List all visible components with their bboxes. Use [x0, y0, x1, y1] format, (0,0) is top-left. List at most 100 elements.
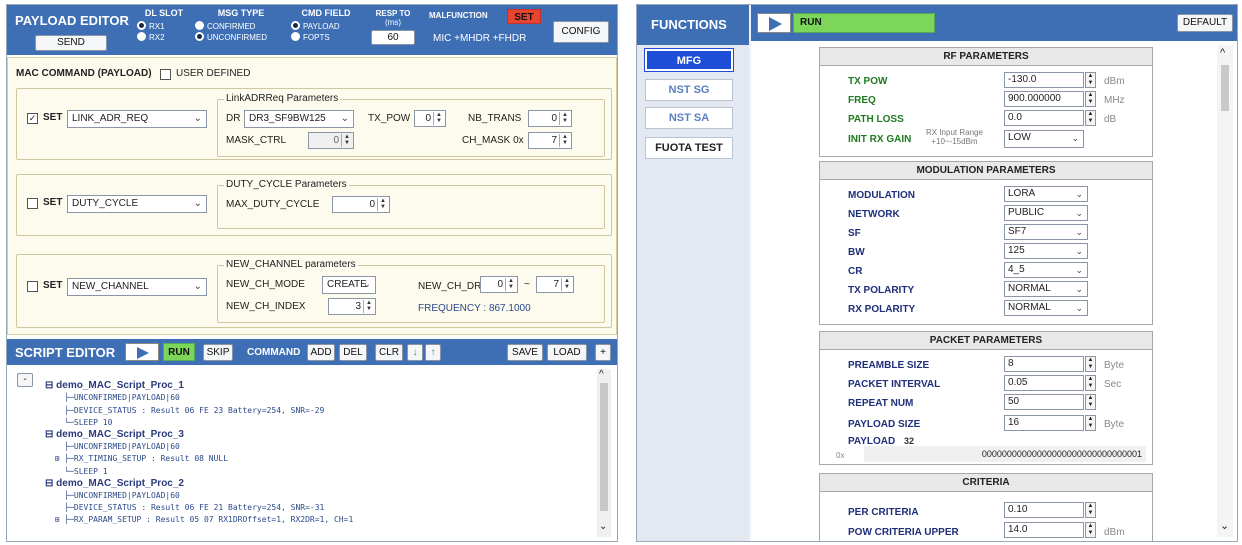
tree-line[interactable]: RX_PARAM_SETUP : Result 05 07 RX1DROffse…	[74, 515, 353, 524]
newch-dr-max-spinner[interactable]: 7 ▲ ▼	[536, 276, 574, 293]
network-select[interactable]: PUBLIC ⌄	[1004, 205, 1088, 221]
criteria-title: CRITERIA	[820, 474, 1152, 492]
tree-line[interactable]: UNCONFIRMED|PAYLOAD|60	[74, 491, 180, 500]
function-mfg[interactable]: MFG	[644, 48, 734, 72]
cr-select[interactable]: 4_5 ⌄	[1004, 262, 1088, 278]
cmd-field-payload[interactable]: PAYLOAD	[291, 21, 361, 32]
mfg-scrollbar[interactable]: ^ ⌄	[1217, 45, 1233, 537]
newch-set-checkbox[interactable]	[27, 281, 38, 292]
tree-node[interactable]: ⊟ demo_MAC_Script_Proc_1	[45, 380, 184, 391]
newch-mode-select[interactable]: CREATE ⌄	[322, 276, 376, 294]
duty-set-checkbox[interactable]	[27, 198, 38, 209]
newch-dr-min-spinner[interactable]: 0 ▲ ▼	[480, 276, 518, 293]
chevron-down-icon: ⌄	[193, 113, 202, 124]
expand-button[interactable]: +	[595, 344, 611, 361]
radio-icon	[137, 32, 146, 41]
newch-command-select[interactable]: NEW_CHANNEL ⌄	[67, 278, 207, 296]
repeat-input[interactable]: 50 ▲ ▼	[1004, 394, 1096, 410]
init-rx-gain-select[interactable]: LOW ⌄	[1004, 130, 1084, 148]
tree-line[interactable]: UNCONFIRMED|PAYLOAD|60	[74, 442, 180, 451]
tree-line[interactable]: SLEEP 1	[74, 467, 108, 476]
interval-input[interactable]: 0.05 ▲ ▼	[1004, 375, 1096, 391]
radio-icon	[291, 21, 300, 30]
send-button[interactable]: SEND	[35, 35, 107, 51]
function-fuota-test[interactable]: FUOTA TEST	[645, 137, 733, 159]
payload-size-input[interactable]: 16 ▲ ▼	[1004, 415, 1096, 431]
scroll-thumb[interactable]	[600, 383, 608, 511]
function-nst-sa[interactable]: NST SA	[645, 107, 733, 129]
ch-mask-spinner[interactable]: 7 ▲ ▼	[528, 132, 572, 149]
save-button[interactable]: SAVE	[507, 344, 543, 361]
malfunction-set-button[interactable]: SET	[507, 9, 541, 24]
script-tree[interactable]: ⊟ demo_MAC_Script_Proc_1 ├─UNCONFIRMED|P…	[45, 368, 593, 540]
move-up-button[interactable]: ↑	[425, 344, 441, 361]
scroll-thumb[interactable]	[1221, 65, 1229, 111]
functions-sidebar: MFG NST SG NST SA FUOTA TEST	[637, 45, 749, 541]
duty-params-group: DUTY_CYCLE Parameters MAX_DUTY_CYCLE 0 ▲ ▼	[217, 179, 605, 229]
tree-line[interactable]: DEVICE_STATUS : Result 06 FE 23 Battery=…	[74, 406, 324, 415]
tx-polarity-select[interactable]: NORMAL ⌄	[1004, 281, 1088, 297]
tx-pow-spinner[interactable]: 0 ▲ ▼	[414, 110, 446, 127]
link-adr-set-checkbox[interactable]: ✓	[27, 113, 38, 124]
pow-upper-input[interactable]: 14.0 ▲ ▼	[1004, 522, 1096, 538]
run-button[interactable]: RUN	[163, 343, 195, 361]
skip-button[interactable]: SKIP	[203, 344, 233, 361]
dl-slot-rx2[interactable]: RX2	[137, 32, 191, 43]
config-button[interactable]: CONFIG	[553, 21, 609, 43]
modulation-select[interactable]: LORA ⌄	[1004, 186, 1088, 202]
spin-arrows-icon: ▲ ▼	[341, 134, 352, 147]
add-button[interactable]: ADD	[307, 344, 335, 361]
tree-line[interactable]: SLEEP 10	[74, 418, 113, 427]
resp-to-label: RESP TO	[375, 9, 411, 18]
per-criteria-input[interactable]: 0.10 ▲ ▼	[1004, 502, 1096, 518]
rx-polarity-select[interactable]: NORMAL ⌄	[1004, 300, 1088, 316]
load-button[interactable]: LOAD	[547, 344, 587, 361]
tree-line[interactable]: UNCONFIRMED|PAYLOAD|60	[74, 393, 180, 402]
newch-index-spinner[interactable]: 3 ▲ ▼	[328, 298, 376, 315]
tree-scrollbar[interactable]: ^ ⌄	[597, 369, 611, 537]
path-loss-label: PATH LOSS	[848, 114, 904, 125]
msg-type-confirmed[interactable]: CONFIRMED	[195, 21, 287, 32]
collapse-all-button[interactable]: -	[17, 373, 33, 387]
dl-slot-rx1[interactable]: RX1	[137, 21, 191, 32]
malfunction-value: MIC +MHDR +FHDR	[433, 33, 527, 44]
nb-trans-spinner[interactable]: 0 ▲ ▼	[528, 110, 572, 127]
del-button[interactable]: DEL	[339, 344, 367, 361]
user-defined-checkbox[interactable]	[160, 69, 171, 80]
newch-dr-label: NEW_CH_DR	[418, 281, 482, 292]
spin-arrows-icon: ▲ ▼	[505, 278, 516, 291]
clr-button[interactable]: CLR	[375, 344, 403, 361]
tree-line[interactable]: DEVICE_STATUS : Result 06 FE 21 Battery=…	[74, 503, 324, 512]
path-loss-input[interactable]: 0.0 ▲ ▼	[1004, 110, 1096, 126]
tx-pow-input[interactable]: -130.0 ▲ ▼	[1004, 72, 1096, 88]
msg-type-unconfirmed[interactable]: UNCONFIRMED	[195, 32, 287, 43]
mfg-play-button[interactable]	[757, 13, 791, 33]
max-duty-spinner[interactable]: 0 ▲ ▼	[332, 196, 390, 213]
payload-hex-input[interactable]: 00000000000000000000000000000001	[864, 446, 1146, 462]
duty-cycle-row: SET DUTY_CYCLE ⌄ DUTY_CYCLE Parameters MA…	[16, 174, 612, 236]
default-button[interactable]: DEFAULT	[1177, 14, 1233, 32]
move-down-button[interactable]: ↓	[407, 344, 423, 361]
chevron-up-icon: ^	[599, 369, 604, 380]
resp-to-input[interactable]: 60	[371, 30, 415, 45]
spin-arrows-icon: ▲ ▼	[559, 134, 570, 147]
preamble-input[interactable]: 8 ▲ ▼	[1004, 356, 1096, 372]
pow-upper-unit: dBm	[1104, 527, 1125, 538]
link-adr-command-select[interactable]: LINK_ADR_REQ ⌄	[67, 110, 207, 128]
chevron-down-icon: ⌄	[599, 521, 608, 532]
play-button[interactable]	[125, 343, 159, 361]
cmd-field-fopts[interactable]: FOPTS	[291, 32, 361, 43]
link-adr-group-title: LinkADRReq Parameters	[224, 93, 341, 104]
function-nst-sg[interactable]: NST SG	[645, 79, 733, 101]
freq-input[interactable]: 900.000000 ▲ ▼	[1004, 91, 1096, 107]
sf-select[interactable]: SF7 ⌄	[1004, 224, 1088, 240]
tree-node[interactable]: ⊟ demo_MAC_Script_Proc_3	[45, 429, 184, 440]
interval-label: PACKET INTERVAL	[848, 379, 941, 390]
mfg-run-button[interactable]: RUN	[793, 13, 935, 33]
duty-command-select[interactable]: DUTY_CYCLE ⌄	[67, 195, 207, 213]
tree-node[interactable]: ⊟ demo_MAC_Script_Proc_2	[45, 478, 184, 489]
tree-line[interactable]: RX_TIMING_SETUP : Result 08 NULL	[74, 454, 228, 463]
bw-select[interactable]: 125 ⌄	[1004, 243, 1088, 259]
dr-select[interactable]: DR3_SF9BW125 ⌄	[244, 110, 354, 128]
mask-ctrl-spinner[interactable]: 0 ▲ ▼	[308, 132, 354, 149]
